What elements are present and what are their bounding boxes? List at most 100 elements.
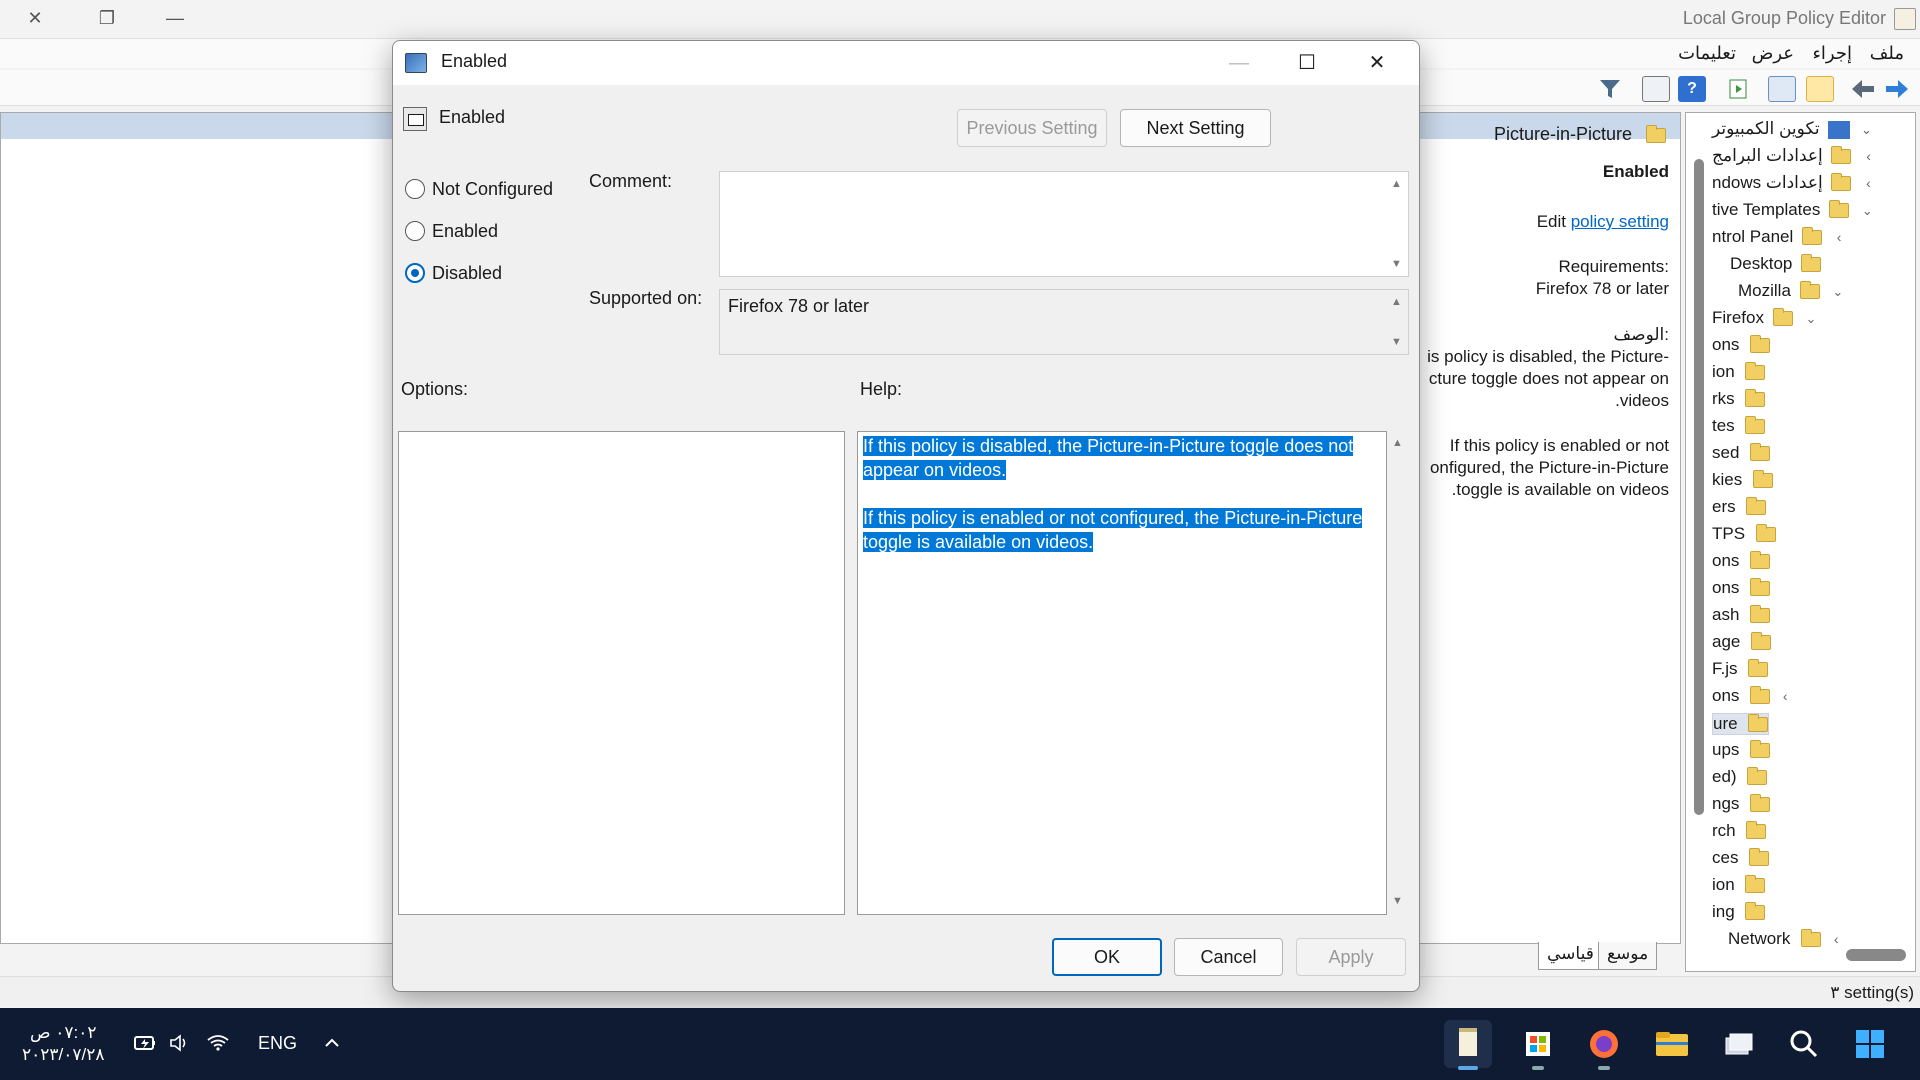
battery-icon[interactable] — [133, 1032, 157, 1054]
help-icon[interactable]: ? — [1678, 76, 1706, 102]
tree-item[interactable]: ups — [1712, 740, 1771, 762]
folder-icon — [1801, 254, 1822, 273]
properties-icon[interactable] — [1642, 76, 1670, 102]
back-icon[interactable] — [1850, 76, 1878, 102]
supported-on-label: Supported on: — [589, 288, 703, 308]
folder-icon — [1750, 578, 1771, 597]
tree-item[interactable]: rch — [1712, 821, 1767, 843]
description-line: videos. — [1615, 391, 1669, 410]
tree-item-picture-in-picture-selected[interactable]: ure — [1712, 713, 1770, 735]
tree-item-software-settings[interactable]: إعدادات البرامج ‹ — [1712, 146, 1871, 168]
tree-item[interactable]: age — [1712, 632, 1772, 654]
tree-item-firefox[interactable]: Firefox ⌄ — [1712, 308, 1816, 330]
menu-file[interactable]: ملف — [1870, 43, 1904, 64]
tree-item[interactable]: ngs — [1712, 794, 1771, 816]
help-panel[interactable]: If this policy is disabled, the Picture-… — [857, 431, 1387, 915]
tree-item[interactable]: rks — [1712, 389, 1766, 411]
scroll-up-icon[interactable]: ▲ — [1391, 296, 1402, 308]
ok-button[interactable]: OK — [1052, 938, 1162, 976]
supported-scrollbar[interactable]: ▲ ▼ — [1386, 290, 1408, 354]
scroll-down-icon[interactable]: ▼ — [1391, 336, 1402, 348]
tree-item[interactable]: ers — [1712, 497, 1767, 519]
tree-item[interactable]: ash — [1712, 605, 1771, 627]
tree-item-mozilla[interactable]: Mozilla ⌄ — [1738, 281, 1843, 303]
tree-item-control-panel[interactable]: ntrol Panel ‹ — [1712, 227, 1841, 249]
chevron-down-icon: ⌄ — [1805, 311, 1817, 326]
scroll-up-icon[interactable]: ▲ — [1391, 178, 1402, 190]
file-explorer-app-icon[interactable] — [1648, 1020, 1696, 1068]
help-paragraph-line: If this policy is enabled or not configu… — [863, 508, 1363, 528]
tree-item-windows-settings[interactable]: ndows إعدادات ‹ — [1712, 173, 1871, 195]
tab-extended[interactable]: موسع — [1598, 942, 1658, 970]
language-indicator[interactable]: ENG — [258, 1033, 297, 1054]
tab-standard[interactable]: قياسي — [1538, 942, 1603, 970]
filter-icon[interactable] — [1596, 76, 1624, 102]
notepad-app-icon[interactable] — [1444, 1020, 1492, 1070]
tree-scrollbar-thumb[interactable] — [1694, 159, 1704, 815]
tree-item[interactable]: tes — [1712, 416, 1766, 438]
store-app-icon[interactable] — [1514, 1020, 1562, 1070]
cancel-button[interactable]: Cancel — [1174, 938, 1283, 976]
tree-item[interactable]: ons — [1712, 335, 1771, 357]
start-icon[interactable] — [1846, 1020, 1894, 1068]
folder-icon — [1746, 821, 1767, 840]
tree-item[interactable]: ons ‹ — [1712, 686, 1788, 708]
policy-editor-icon — [1894, 8, 1916, 30]
radio-circle — [405, 221, 425, 241]
clock[interactable]: ٠٧:٠٢ ص ٢٠٢٣/٠٧/٢٨ — [22, 1022, 105, 1066]
menu-help[interactable]: تعليمات — [1678, 43, 1736, 64]
tree-item[interactable]: ons — [1712, 578, 1771, 600]
dialog-title-bar: Enabled — ☐ ✕ — [393, 41, 1419, 85]
tree-horizontal-scrollbar[interactable] — [1846, 949, 1906, 961]
close-icon[interactable]: ✕ — [1355, 47, 1399, 79]
firefox-app-icon[interactable] — [1580, 1020, 1628, 1070]
apply-button[interactable]: Apply — [1296, 938, 1406, 976]
close-icon[interactable]: ✕ — [12, 2, 58, 34]
folder-icon — [1752, 470, 1773, 489]
tree-item-computer-configuration[interactable]: تكوين الكمبيوتر ⌄ — [1712, 119, 1872, 141]
volume-icon[interactable] — [168, 1032, 192, 1054]
tree-item[interactable]: ons — [1712, 551, 1771, 573]
policy-setting-link[interactable]: policy setting — [1571, 212, 1669, 231]
scroll-up-icon[interactable]: ▲ — [1392, 437, 1403, 449]
tree-item[interactable]: ed) — [1712, 767, 1768, 789]
scroll-down-icon[interactable]: ▼ — [1391, 258, 1402, 270]
minimize-icon[interactable]: — — [152, 2, 198, 34]
tree-item[interactable]: kies — [1712, 470, 1773, 492]
folder-icon — [1750, 551, 1771, 570]
tree-item[interactable]: F.js — [1712, 659, 1769, 681]
chevron-up-icon[interactable] — [320, 1032, 344, 1054]
folder-icon — [1745, 389, 1766, 408]
folder-icon — [1799, 281, 1820, 300]
tree-item[interactable]: ces — [1712, 848, 1770, 870]
options-panel — [398, 431, 845, 915]
tree-item-administrative-templates[interactable]: tive Templates ⌄ — [1712, 200, 1873, 222]
up-folder-icon[interactable] — [1806, 76, 1834, 102]
tree-item[interactable]: TPS — [1712, 524, 1776, 546]
export-list-icon[interactable] — [1724, 76, 1752, 102]
menu-view[interactable]: عرض — [1752, 43, 1794, 64]
next-setting-button[interactable]: Next Setting — [1120, 109, 1271, 147]
tree-item[interactable]: ing — [1712, 902, 1766, 924]
comment-scrollbar[interactable]: ▲ ▼ — [1386, 172, 1408, 276]
search-icon[interactable] — [1780, 1020, 1828, 1068]
tree-item-network[interactable]: Network ‹ — [1728, 929, 1839, 951]
tree-item[interactable]: ion — [1712, 875, 1766, 897]
comment-field[interactable]: ▲ ▼ — [719, 171, 1409, 277]
previous-setting-button[interactable]: Previous Setting — [957, 109, 1107, 147]
tree-item[interactable]: ion — [1712, 362, 1766, 384]
maximize-icon[interactable]: ☐ — [1285, 47, 1329, 79]
forward-icon[interactable] — [1882, 76, 1910, 102]
policy-setting-dialog: Enabled — ☐ ✕ Enabled Previous Setting N… — [392, 40, 1420, 992]
scroll-down-icon[interactable]: ▼ — [1392, 895, 1403, 907]
wifi-icon[interactable] — [206, 1032, 230, 1054]
tree-item[interactable]: sed — [1712, 443, 1771, 465]
show-hide-tree-icon[interactable] — [1768, 76, 1796, 102]
minimize-icon[interactable]: — — [1217, 47, 1261, 79]
task-view-icon[interactable] — [1714, 1020, 1762, 1068]
tree-item-desktop[interactable]: Desktop — [1730, 254, 1822, 276]
supported-on-field: Firefox 78 or later ▲ ▼ — [719, 289, 1409, 355]
restore-icon[interactable]: ❐ — [84, 2, 130, 34]
radio-circle-checked — [405, 263, 425, 283]
menu-action[interactable]: إجراء — [1812, 43, 1852, 64]
